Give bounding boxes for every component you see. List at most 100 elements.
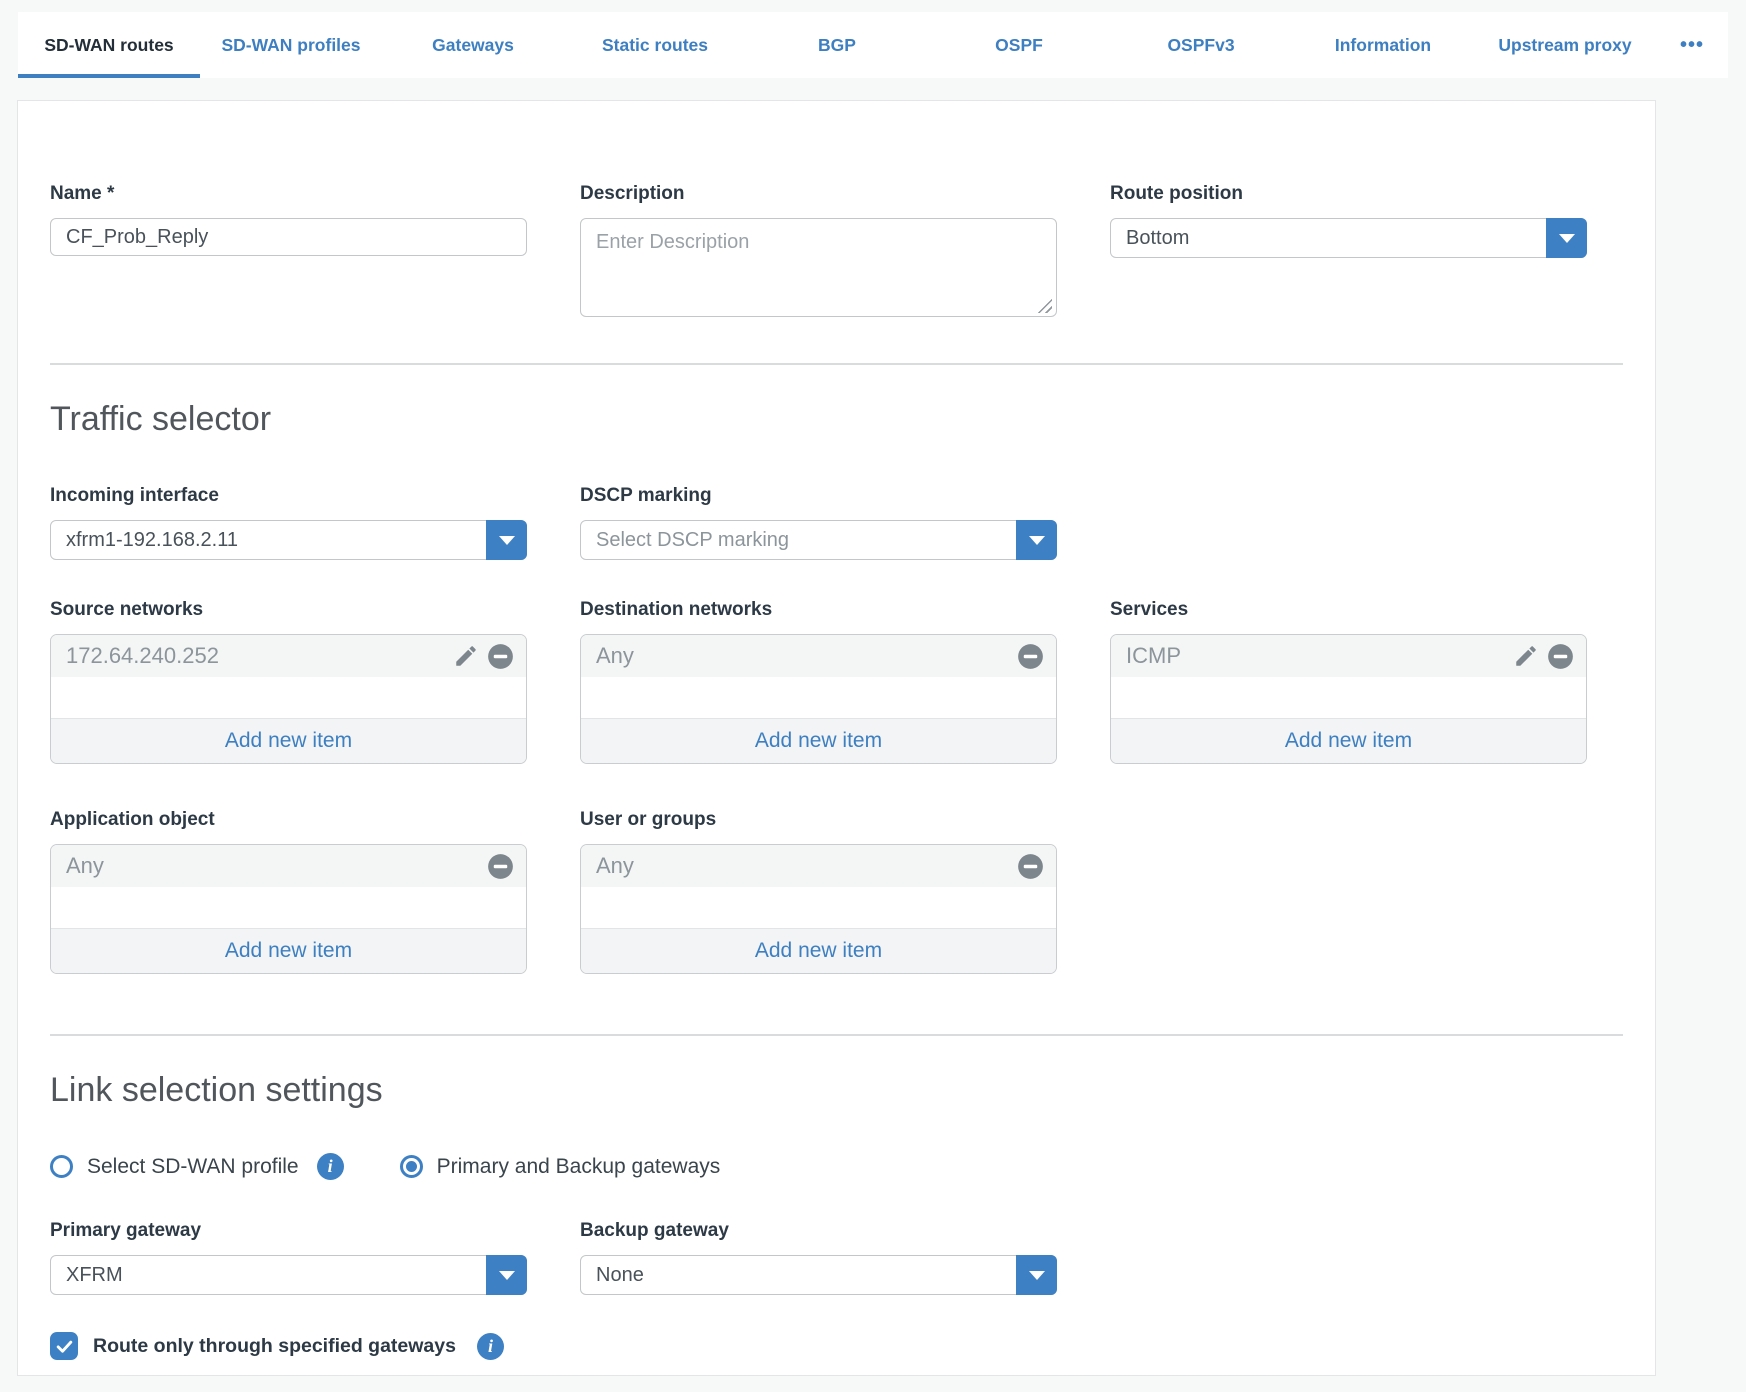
radio-dot [406,1161,417,1172]
list-item-value: Any [596,853,1017,879]
description-label: Description [580,183,1057,205]
radio-label: Select SD-WAN profile [87,1155,299,1179]
info-icon[interactable]: i [317,1153,344,1180]
tab-label: Gateways [432,35,514,56]
edit-pencil-icon[interactable] [1513,643,1539,669]
backup-gateway-select[interactable]: None [580,1255,1057,1295]
list-empty-area [581,677,1056,718]
sdwan-route-form-card: Name * Description Route position Bottom… [17,100,1656,1376]
dropdown-button[interactable] [1546,218,1587,258]
remove-minus-icon[interactable] [1547,643,1574,670]
route-only-label: Route only through specified gateways [93,1335,456,1358]
radio-unselected-icon[interactable] [50,1155,73,1178]
link-selection-title: Link selection settings [50,1071,1623,1110]
tab-label: OSPF [995,35,1043,56]
destination-networks-list: Any Add new item [580,634,1057,764]
name-input[interactable] [50,218,527,256]
edit-pencil-icon[interactable] [453,643,479,669]
remove-minus-icon[interactable] [487,853,514,880]
route-only-row: Route only through specified gateways i [50,1332,1623,1360]
tab-label: OSPFv3 [1167,35,1234,56]
primary-gateway-value: XFRM [66,1264,123,1287]
section-divider [50,363,1623,365]
tab-label: BGP [818,35,856,56]
user-or-groups-label: User or groups [580,809,1057,831]
destination-networks-field-group: Destination networks Any Add new item [580,599,1057,764]
route-only-checkbox-checked[interactable] [50,1332,78,1360]
add-new-item-button[interactable]: Add new item [51,718,526,763]
list-item: 172.64.240.252 [51,635,526,677]
info-icon[interactable]: i [477,1333,504,1360]
dropdown-button[interactable] [1016,1255,1057,1295]
chevron-down-icon [1029,1271,1045,1280]
primary-gateway-label: Primary gateway [50,1220,527,1242]
list-item: Any [581,635,1056,677]
tab-information[interactable]: Information [1292,12,1474,78]
services-label: Services [1110,599,1587,621]
list-item-value: Any [66,853,487,879]
radio-selected-icon[interactable] [400,1155,423,1178]
remove-minus-icon[interactable] [487,643,514,670]
application-object-list: Any Add new item [50,844,527,974]
traffic-selector-title: Traffic selector [50,400,1623,439]
name-label: Name * [50,183,527,205]
services-field-group: Services ICMP Add new item [1110,599,1587,764]
application-object-label: Application object [50,809,527,831]
application-object-field-group: Application object Any Add new item [50,809,527,974]
tab-label: Static routes [602,35,708,56]
source-networks-field-group: Source networks 172.64.240.252 Add new i… [50,599,527,764]
user-or-groups-field-group: User or groups Any Add new item [580,809,1057,974]
chevron-down-icon [499,1271,515,1280]
radio-select-sdwan-profile[interactable]: Select SD-WAN profile [50,1155,299,1179]
add-new-item-button[interactable]: Add new item [51,928,526,973]
section-divider [50,1034,1623,1036]
route-position-label: Route position [1110,183,1587,205]
dscp-marking-select[interactable]: Select DSCP marking [580,520,1057,560]
tab-bgp[interactable]: BGP [746,12,928,78]
incoming-interface-value: xfrm1-192.168.2.11 [66,529,238,552]
route-position-select[interactable]: Bottom [1110,218,1587,258]
backup-gateway-value: None [596,1264,644,1287]
remove-minus-icon[interactable] [1017,643,1044,670]
tab-upstream-proxy[interactable]: Upstream proxy [1474,12,1656,78]
list-item-value: Any [596,643,1017,669]
checkmark-icon [55,1337,74,1356]
tab-ospfv3[interactable]: OSPFv3 [1110,12,1292,78]
list-item-value: ICMP [1126,643,1513,669]
list-item: Any [51,845,526,887]
radio-label: Primary and Backup gateways [437,1155,721,1179]
dropdown-button[interactable] [486,1255,527,1295]
source-networks-list: 172.64.240.252 Add new item [50,634,527,764]
destination-networks-label: Destination networks [580,599,1057,621]
add-new-item-button[interactable]: Add new item [581,928,1056,973]
dropdown-button[interactable] [1016,520,1057,560]
tab-static-routes[interactable]: Static routes [564,12,746,78]
primary-gateway-select[interactable]: XFRM [50,1255,527,1295]
tab-ospf[interactable]: OSPF [928,12,1110,78]
backup-gateway-label: Backup gateway [580,1220,1057,1242]
radio-primary-backup-gateways[interactable]: Primary and Backup gateways [400,1155,721,1179]
route-position-field-group: Route position Bottom [1110,183,1587,258]
chevron-down-icon [1029,536,1045,545]
dropdown-button[interactable] [486,520,527,560]
remove-minus-icon[interactable] [1017,853,1044,880]
chevron-down-icon [499,536,515,545]
backup-gateway-field-group: Backup gateway None [580,1220,1057,1295]
source-networks-label: Source networks [50,599,527,621]
add-new-item-button[interactable]: Add new item [581,718,1056,763]
tab-sdwan-routes[interactable]: SD-WAN routes [18,12,200,78]
chevron-down-icon [1559,234,1575,243]
dscp-marking-field-group: DSCP marking Select DSCP marking [580,485,1057,560]
add-new-item-button[interactable]: Add new item [1111,718,1586,763]
description-textarea[interactable] [580,218,1057,317]
user-or-groups-list: Any Add new item [580,844,1057,974]
list-empty-area [581,887,1056,928]
list-empty-area [1111,677,1586,718]
tab-label: SD-WAN routes [44,35,173,56]
list-empty-area [51,677,526,718]
tab-sdwan-profiles[interactable]: SD-WAN profiles [200,12,382,78]
tab-more-menu[interactable]: ••• [1656,12,1728,78]
incoming-interface-select[interactable]: xfrm1-192.168.2.11 [50,520,527,560]
list-item-value: 172.64.240.252 [66,643,453,669]
tab-gateways[interactable]: Gateways [382,12,564,78]
